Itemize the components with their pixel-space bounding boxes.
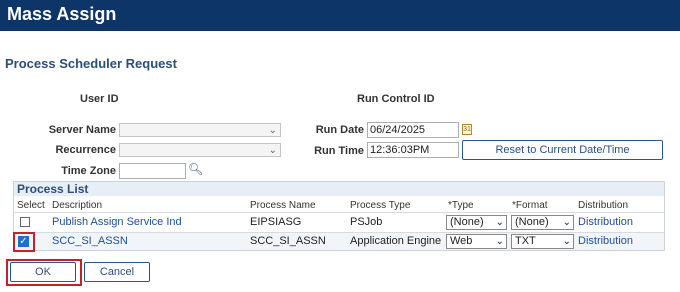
server-name-label: Server Name [48, 124, 116, 136]
column-header-distribution: Distribution [578, 200, 629, 211]
column-header-select: Select [17, 200, 45, 211]
column-header-process-type: Process Type [350, 200, 411, 211]
row-type-value: Web [450, 235, 473, 247]
row-distribution-link[interactable]: Distribution [578, 216, 633, 228]
process-list-header: Process List [14, 182, 664, 196]
row-process-type: PSJob [350, 216, 383, 228]
row-description-text: SCC_SI_ASSN [52, 235, 128, 247]
time-zone-input[interactable] [119, 163, 186, 179]
chevron-down-icon: ⌄ [268, 145, 277, 156]
run-time-label: Run Time [314, 145, 364, 157]
row-format-select[interactable]: (None) ⌄ [511, 215, 574, 230]
row-description-link[interactable]: Publish Assign Service Ind [52, 216, 182, 228]
row-distribution-link[interactable]: Distribution [578, 235, 633, 247]
chevron-down-icon: ⌄ [268, 125, 277, 136]
server-name-select[interactable]: ⌄ [119, 123, 281, 137]
time-zone-label: Time Zone [61, 165, 116, 177]
column-header-description: Description [52, 200, 103, 211]
ok-button[interactable]: OK [10, 262, 76, 282]
recurrence-label: Recurrence [55, 144, 116, 156]
page-header: Mass Assign [0, 0, 680, 31]
chevron-down-icon: ⌄ [495, 236, 504, 247]
recurrence-select[interactable]: ⌄ [119, 143, 281, 157]
row-format-select[interactable]: TXT ⌄ [511, 234, 574, 249]
run-time-input[interactable]: 12:36:03PM [367, 142, 459, 158]
column-header-type: *Type [448, 200, 474, 211]
section-title: Process Scheduler Request [5, 56, 177, 71]
run-control-id-label: Run Control ID [357, 93, 435, 105]
process-list-grid: Process List Select Description Process … [13, 181, 665, 251]
row-type-select[interactable]: Web ⌄ [446, 234, 507, 249]
row-type-select[interactable]: (None) ⌄ [446, 215, 507, 230]
run-date-input[interactable]: 06/24/2025 [367, 122, 459, 138]
cancel-button[interactable]: Cancel [84, 262, 150, 282]
row-format-value: TXT [515, 235, 536, 247]
page-title: Mass Assign [7, 4, 117, 24]
row-select-checkbox-checked[interactable]: ✓ [18, 236, 29, 247]
search-icon[interactable]: 🔍︎ [188, 162, 203, 176]
table-row: SCC_SI_ASSN SCC_SI_ASSN Application Engi… [14, 233, 664, 250]
chevron-down-icon: ⌄ [562, 236, 571, 247]
row-process-type: Application Engine [350, 235, 442, 247]
calendar-icon[interactable]: 31 [462, 124, 472, 135]
row-type-value: (None) [450, 216, 484, 228]
row-format-value: (None) [515, 216, 549, 228]
run-date-label: Run Date [315, 124, 364, 136]
table-row: Publish Assign Service Ind EIPSIASG PSJo… [14, 213, 664, 232]
row-select-checkbox[interactable] [20, 217, 30, 227]
reset-datetime-button[interactable]: Reset to Current Date/Time [462, 140, 663, 160]
row-process-name: EIPSIASG [250, 216, 302, 228]
row-process-name: SCC_SI_ASSN [250, 235, 326, 247]
process-list-title: Process List [17, 182, 89, 196]
column-header-format: *Format [512, 200, 548, 211]
column-header-process-name: Process Name [250, 200, 316, 211]
user-id-label: User ID [80, 93, 119, 105]
chevron-down-icon: ⌄ [495, 217, 504, 228]
chevron-down-icon: ⌄ [562, 217, 571, 228]
